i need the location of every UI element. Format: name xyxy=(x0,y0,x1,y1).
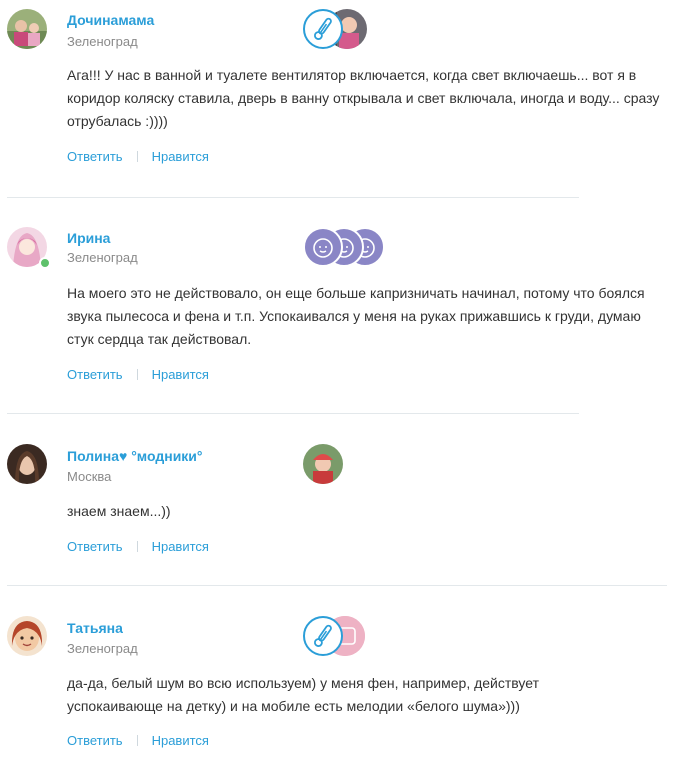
like-link[interactable]: Нравится xyxy=(152,149,209,164)
action-separator xyxy=(136,541,138,552)
user-avatar[interactable] xyxy=(7,444,47,484)
achievement-badges xyxy=(303,9,367,49)
achievement-badges xyxy=(303,616,365,656)
comment-text: Ага!!! У нас в ванной и туалете вентилят… xyxy=(67,67,660,129)
user-avatar[interactable] xyxy=(7,616,47,656)
comment-divider xyxy=(7,585,667,586)
action-separator xyxy=(136,151,138,162)
action-separator xyxy=(136,735,138,746)
user-name[interactable]: Татьяна xyxy=(67,620,123,636)
reply-link[interactable]: Ответить xyxy=(67,367,123,382)
comment-actions: Ответить Нравится xyxy=(67,539,209,554)
achievement-badges xyxy=(303,444,343,484)
user-city: Москва xyxy=(67,469,112,484)
user-avatar[interactable] xyxy=(7,9,47,49)
user-name[interactable]: Полина♥ °модники° xyxy=(67,448,203,464)
user-name[interactable]: Ирина xyxy=(67,230,110,246)
like-link[interactable]: Нравится xyxy=(152,539,209,554)
reply-link[interactable]: Ответить xyxy=(67,149,123,164)
thermometer-badge[interactable] xyxy=(303,616,343,656)
child-photo-badge[interactable] xyxy=(303,444,343,484)
comment-actions: Ответить Нравится xyxy=(67,367,209,382)
user-city: Зеленоград xyxy=(67,250,138,265)
comment-actions: Ответить Нравится xyxy=(67,149,209,164)
like-link[interactable]: Нравится xyxy=(152,367,209,382)
online-status-indicator xyxy=(39,257,51,269)
user-city: Зеленоград xyxy=(67,34,138,49)
like-link[interactable]: Нравится xyxy=(152,733,209,748)
comment-text: знаем знаем...)) xyxy=(67,503,171,519)
comment-text: да-да, белый шум во всю используем) у ме… xyxy=(67,675,539,714)
comment-divider xyxy=(7,197,579,198)
comment-text: На моего это не действовало, он еще боль… xyxy=(67,285,645,347)
baby-face-badge[interactable] xyxy=(303,227,343,267)
user-name[interactable]: Дочинамама xyxy=(67,12,154,28)
comment-actions: Ответить Нравится xyxy=(67,733,209,748)
reply-link[interactable]: Ответить xyxy=(67,539,123,554)
achievement-badges xyxy=(303,227,385,267)
user-city: Зеленоград xyxy=(67,641,138,656)
action-separator xyxy=(136,369,138,380)
comment-divider xyxy=(7,413,579,414)
thermometer-badge[interactable] xyxy=(303,9,343,49)
reply-link[interactable]: Ответить xyxy=(67,733,123,748)
